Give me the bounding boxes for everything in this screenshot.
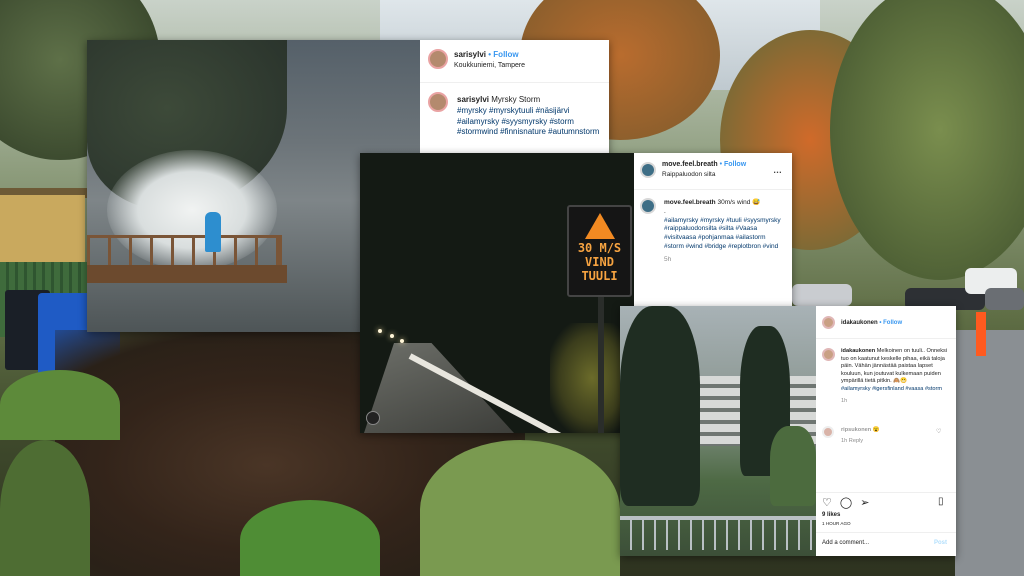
grass-patch — [240, 500, 380, 576]
post-comment-button[interactable]: Post — [934, 539, 947, 547]
caption-title: 30m/s wind 😅 — [717, 199, 761, 206]
username[interactable]: idakaukonen — [841, 320, 878, 326]
photo-sign-pole — [598, 297, 604, 433]
add-comment-input[interactable]: Add a comment... — [822, 539, 869, 547]
avatar[interactable] — [640, 161, 656, 178]
divider — [420, 82, 609, 83]
caption: move.feel.breath 30m/s wind 😅. #ailamyrs… — [664, 199, 786, 264]
comment-age: 1h — [841, 437, 848, 444]
caption: idakaukonen Melkoinen on tuuli.. Onneksi… — [841, 348, 951, 406]
photo-street-lamp — [400, 339, 404, 343]
post-age: 5h — [664, 255, 672, 263]
post-photo-fallen-tree-yard — [620, 306, 816, 556]
post-header: sarisylvi • Follow Koukkuniemi, Tampere — [428, 49, 525, 69]
post-photo-bridge-night: 30 M/S VIND TUULI — [360, 153, 634, 433]
avatar[interactable] — [428, 92, 448, 112]
comment-text: 😮 — [872, 427, 880, 433]
instagram-post-card: idakaukonen • Follow idakaukonen Melkoin… — [620, 306, 956, 556]
photo-street-lamp — [378, 329, 382, 333]
wind-warning-icon — [584, 213, 615, 239]
location[interactable]: Koukkuniemi, Tampere — [454, 62, 525, 69]
divider — [816, 338, 956, 339]
photo-deck — [87, 265, 287, 283]
time-ago: 1 HOUR AGO — [822, 521, 851, 526]
parked-car — [985, 288, 1024, 310]
photo-deck-railing — [87, 235, 282, 267]
traffic-pole — [976, 312, 986, 356]
comment-icon[interactable]: ◯ — [840, 496, 852, 509]
divider — [816, 492, 956, 493]
photo-footbridge — [620, 516, 816, 550]
comment: ripsukonen 😮 1h Reply — [841, 427, 941, 445]
caption-username[interactable]: move.feel.breath — [664, 199, 716, 206]
caption-title: Myrsky Storm — [491, 95, 541, 104]
photo-tree — [620, 306, 700, 506]
caption: sarisylvi Myrsky Storm #myrsky #myrskytu… — [457, 95, 602, 138]
share-icon[interactable]: ➢ — [860, 496, 869, 509]
avatar[interactable] — [640, 198, 656, 214]
sign-line: 30 M/S — [577, 241, 622, 255]
post-age: 1h — [841, 398, 848, 405]
post-header: move.feel.breath • Follow Raippaluodon s… — [640, 161, 746, 178]
location[interactable]: Raippaluodon silta — [662, 171, 746, 178]
photo-person — [205, 212, 221, 252]
grass-patch — [0, 440, 90, 576]
sign-line: TUULI — [581, 269, 618, 283]
username[interactable]: move.feel.breath — [662, 161, 718, 168]
caption-hashtags[interactable]: #myrsky #myrskytuuli #näsijärvi #ailamyr… — [457, 106, 599, 137]
caption-hashtags[interactable]: #ailamyrsky #myrsky #tuuli #syysmyrsky #… — [664, 217, 781, 250]
like-heart-icon[interactable]: ♡ — [822, 496, 832, 509]
caption-hashtags[interactable]: #ailamyrsky #igersfinland #vaasa #storm — [841, 386, 942, 392]
comment-username[interactable]: ripsukonen — [841, 427, 871, 433]
grass-patch — [0, 370, 120, 440]
grass-patch — [420, 440, 620, 576]
heart-icon[interactable]: ♡ — [936, 428, 941, 435]
collage-scene: sarisylvi • Follow Koukkuniemi, Tampere … — [0, 0, 1024, 576]
sign-line: VIND — [585, 255, 614, 269]
avatar[interactable] — [822, 316, 835, 329]
photo-bridge-road — [364, 343, 514, 433]
bookmark-icon[interactable]: ▯ — [938, 496, 944, 507]
photo-street-lamp — [390, 334, 394, 338]
follow-button[interactable]: • Follow — [879, 320, 902, 326]
divider — [634, 189, 792, 190]
reply-button[interactable]: Reply — [849, 438, 863, 444]
follow-button[interactable]: • Follow — [488, 50, 518, 59]
divider — [816, 532, 956, 533]
caption-username[interactable]: idakaukonen — [841, 348, 875, 354]
follow-button[interactable]: • Follow — [720, 161, 747, 168]
username[interactable]: sarisylvi — [454, 50, 486, 59]
post-sidebar: idakaukonen • Follow idakaukonen Melkoin… — [816, 306, 956, 556]
street — [955, 330, 1024, 576]
post-header: idakaukonen • Follow — [822, 316, 902, 329]
likes-count[interactable]: 9 likes — [822, 511, 840, 519]
caption-username[interactable]: sarisylvi — [457, 95, 489, 104]
photo-tree — [770, 426, 816, 506]
avatar[interactable] — [822, 348, 835, 361]
user-tag-icon[interactable] — [366, 411, 380, 425]
background-tree — [830, 0, 1024, 280]
avatar[interactable] — [428, 49, 448, 69]
more-options-icon[interactable]: … — [773, 165, 783, 175]
parked-car — [792, 284, 852, 306]
action-bar: ♡ ◯ ➢ — [822, 496, 869, 509]
avatar[interactable] — [822, 426, 834, 438]
photo-wind-sign: 30 M/S VIND TUULI — [567, 205, 632, 297]
